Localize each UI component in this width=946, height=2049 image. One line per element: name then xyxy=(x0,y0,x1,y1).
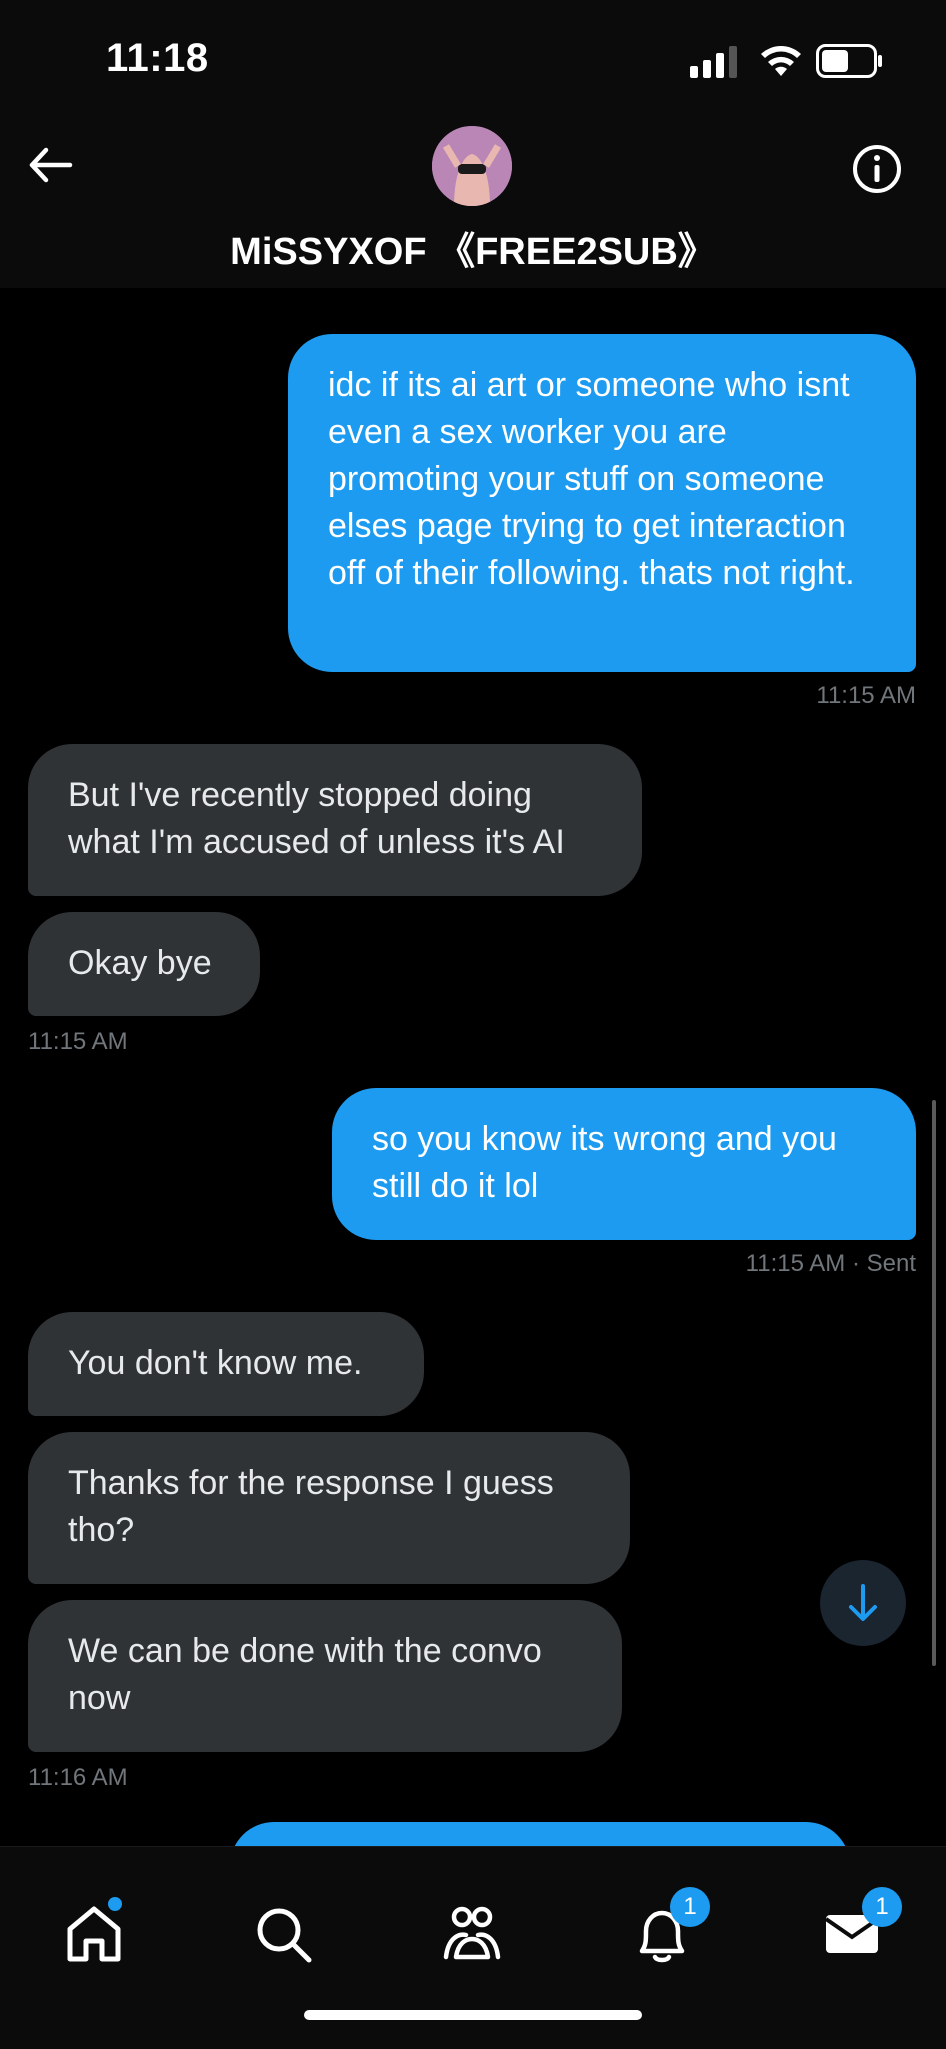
message-bubble-incoming[interactable]: Thanks for the response I guess tho? xyxy=(28,1432,630,1584)
scroll-to-bottom-button[interactable] xyxy=(820,1560,906,1646)
notifications-badge: 1 xyxy=(670,1887,710,1927)
status-time: 11:18 xyxy=(106,36,209,80)
home-notification-dot xyxy=(108,1897,122,1911)
avatar-image xyxy=(432,126,512,206)
message-bubble-incoming[interactable]: We can be done with the convo now xyxy=(28,1600,622,1752)
status-bar: 11:18 xyxy=(0,0,946,120)
message-bubble-outgoing[interactable]: so you know its wrong and you still do i… xyxy=(332,1088,916,1240)
wifi-icon xyxy=(761,46,801,76)
communities-icon[interactable] xyxy=(442,1903,502,1963)
message-bubble-incoming[interactable]: But I've recently stopped doing what I'm… xyxy=(28,744,642,896)
avatar[interactable] xyxy=(432,126,512,206)
cellular-signal-icon xyxy=(690,46,737,78)
scrollbar[interactable] xyxy=(932,1100,936,1666)
back-arrow-icon[interactable] xyxy=(24,138,78,192)
message-timestamp: 11:15 AM xyxy=(816,682,916,709)
message-timestamp: 11:15 AM xyxy=(28,1028,128,1055)
contact-name[interactable]: MiSSYXOF 《FREE2SUB》 xyxy=(0,220,946,275)
message-bubble-incoming[interactable]: You don't know me. xyxy=(28,1312,424,1416)
messages-badge: 1 xyxy=(862,1887,902,1927)
info-icon[interactable] xyxy=(850,142,904,196)
home-icon[interactable] xyxy=(64,1903,124,1963)
message-timestamp: 11:16 AM xyxy=(28,1764,128,1791)
message-bubble-incoming[interactable]: Okay bye xyxy=(28,912,260,1016)
battery-icon xyxy=(816,44,882,78)
home-indicator[interactable] xyxy=(304,2010,642,2020)
arrow-down-icon xyxy=(849,1584,877,1621)
search-icon[interactable] xyxy=(254,1905,314,1965)
message-bubble-outgoing[interactable]: idc if its ai art or someone who isnt ev… xyxy=(288,334,916,672)
message-timestamp: 11:15 AM · Sent xyxy=(745,1250,916,1277)
